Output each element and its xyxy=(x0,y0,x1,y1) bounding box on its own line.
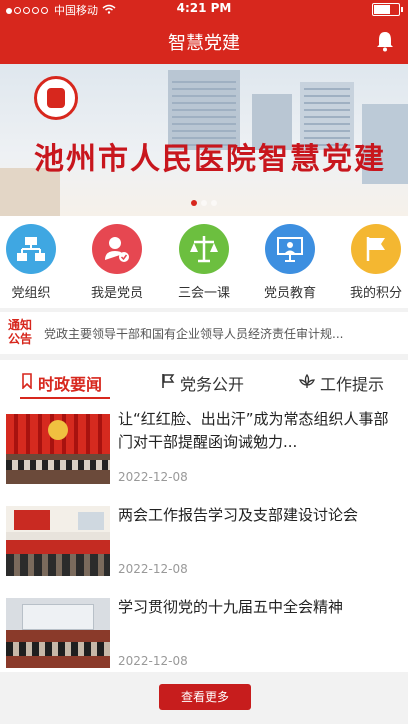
quick-item-party-org[interactable]: 党组织 xyxy=(0,224,72,301)
news-title: 让“红红脸、出出汗”成为常态组织人事部门对干部提醒函询诫勉力... xyxy=(118,410,389,451)
tab-label: 工作提示 xyxy=(320,375,385,394)
status-bar: 中国移动 4:21 PM xyxy=(0,0,408,18)
pager-dot[interactable] xyxy=(211,200,217,206)
tab-label: 时政要闻 xyxy=(38,375,103,394)
news-date: 2022-12-08 xyxy=(118,562,188,576)
tab-party-affairs[interactable]: 党务公开 xyxy=(160,371,244,395)
list-item[interactable]: 学习贯彻党的十九届五中全会精神 2022-12-08 xyxy=(0,586,408,678)
notice-bar[interactable]: 通知 公告 党政主要领导干部和国有企业领导人员经济责任审计规... xyxy=(0,312,408,354)
tab-label: 党务公开 xyxy=(180,375,245,394)
pager-dot[interactable] xyxy=(201,200,207,206)
presentation-icon xyxy=(265,224,315,274)
quick-item-points[interactable]: 我的积分 xyxy=(335,224,408,301)
tab-current-affairs[interactable]: 时政要闻 xyxy=(20,371,102,395)
flag-outline-icon xyxy=(160,373,176,393)
quick-item-member[interactable]: 我是党员 xyxy=(76,224,158,301)
bell-icon[interactable] xyxy=(374,30,396,52)
quick-menu: 党组织 我是党员 三会一课 党员教育 我的积分 xyxy=(0,216,408,308)
notice-tag: 通知 公告 xyxy=(6,318,34,348)
quick-item-label: 党员教育 xyxy=(263,286,316,301)
notice-tag-line: 通知 xyxy=(7,318,32,332)
list-item[interactable]: 让“红红脸、出出汗”成为常态组织人事部门对干部提醒函询诫勉力... 2022-1… xyxy=(0,402,408,494)
news-thumbnail xyxy=(6,598,110,668)
scales-icon xyxy=(179,224,229,274)
banner-slogan: 池州市人民医院智慧党建 xyxy=(34,142,386,177)
nav-bar: 智慧党建 xyxy=(0,18,408,64)
status-time: 4:21 PM xyxy=(176,1,232,15)
news-title: 学习贯彻党的十九届五中全会精神 xyxy=(118,598,344,616)
org-chart-icon xyxy=(6,224,56,274)
news-tabs: 时政要闻 党务公开 工作提示 xyxy=(0,360,408,403)
pager-dot[interactable] xyxy=(191,200,197,206)
list-item[interactable]: 两会工作报告学习及支部建设讨论会 2022-12-08 xyxy=(0,494,408,586)
flag-icon xyxy=(351,224,401,274)
news-title: 两会工作报告学习及支部建设讨论会 xyxy=(118,506,359,524)
quick-item-label: 我的积分 xyxy=(349,286,402,301)
quick-item-label: 三会一课 xyxy=(177,286,230,301)
notice-text: 党政主要领导干部和国有企业领导人员经济责任审计规... xyxy=(44,327,344,341)
lotus-icon xyxy=(298,373,316,393)
member-check-icon xyxy=(92,224,142,274)
bookmark-icon xyxy=(20,373,34,393)
news-thumbnail xyxy=(6,506,110,576)
quick-item-label: 我是党员 xyxy=(90,286,143,301)
news-date: 2022-12-08 xyxy=(118,470,188,484)
news-thumbnail xyxy=(6,414,110,484)
banner-pager xyxy=(0,191,408,210)
battery-icon xyxy=(372,3,403,16)
quick-item-meetings[interactable]: 三会一课 xyxy=(163,224,245,301)
notice-tag-line: 公告 xyxy=(7,332,32,346)
quick-item-label: 党组织 xyxy=(11,286,51,301)
tab-work-tips[interactable]: 工作提示 xyxy=(298,371,384,395)
banner-carousel[interactable]: 池州市人民医院智慧党建 xyxy=(0,64,408,216)
news-list: 让“红红脸、出出汗”成为常态组织人事部门对干部提醒函询诫勉力... 2022-1… xyxy=(0,402,408,672)
hospital-logo xyxy=(34,76,78,120)
tab-active-indicator xyxy=(20,397,110,399)
quick-item-education[interactable]: 党员教育 xyxy=(249,224,331,301)
news-date: 2022-12-08 xyxy=(118,654,188,668)
view-more-button[interactable]: 查看更多 xyxy=(159,684,251,710)
page-title: 智慧党建 xyxy=(168,33,240,54)
